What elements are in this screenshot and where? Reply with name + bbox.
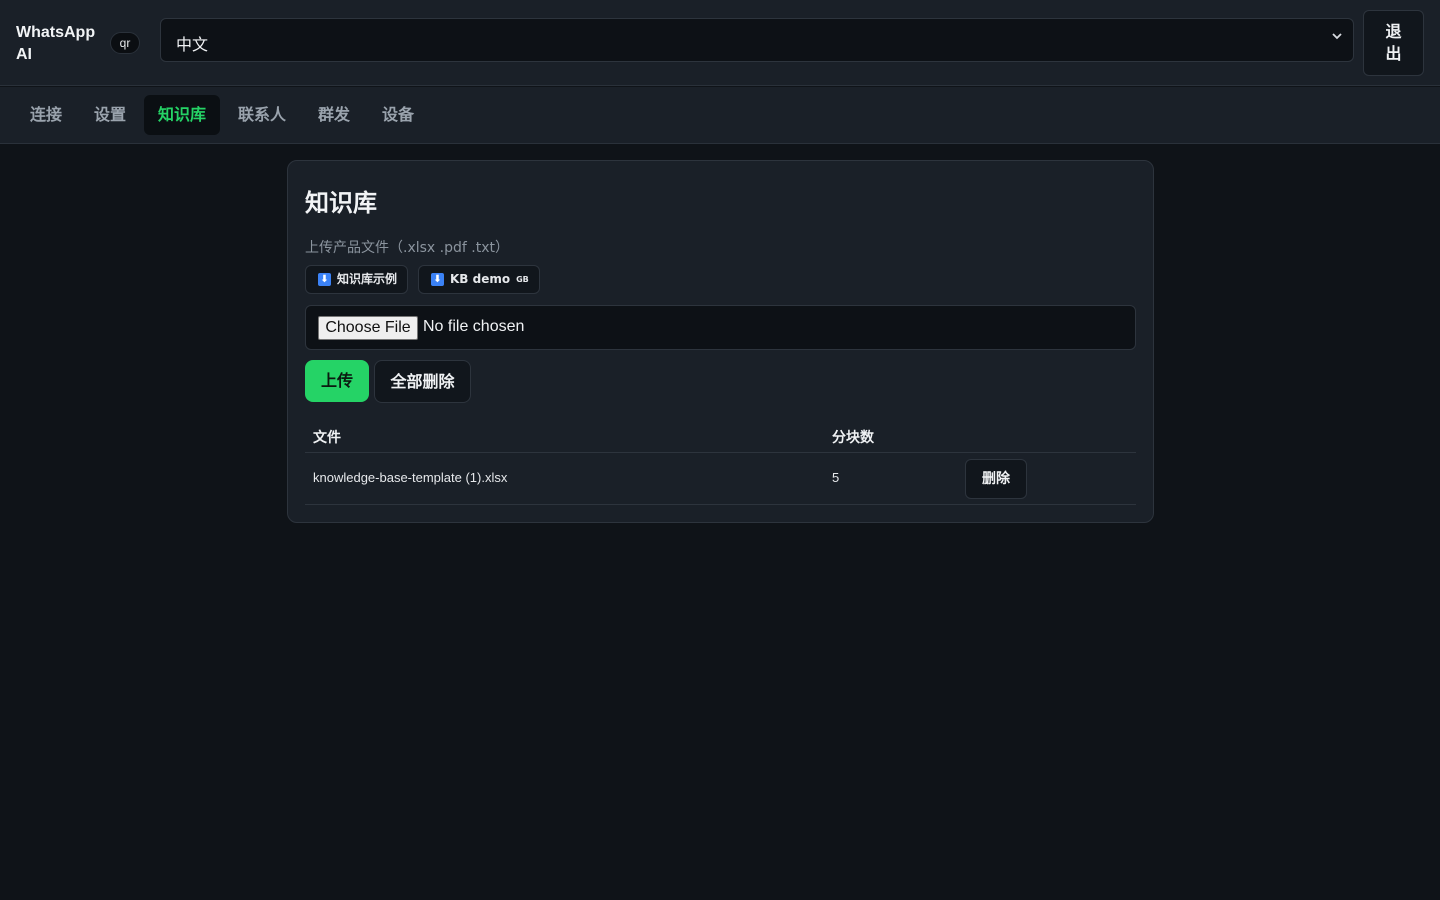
app-brand: WhatsApp AI [16,24,96,63]
file-name: knowledge-base-template (1).xlsx [313,470,508,485]
app-header: WhatsApp AI qr 中文 退出 [0,0,1440,86]
no-file-text: No file chosen [423,318,525,335]
column-header-file: 文件 [313,430,341,446]
tab-devices[interactable]: 设备 [368,95,428,135]
files-table: 文件 分块数 knowledge-base-template (1).xlsx … [305,419,1136,505]
file-input[interactable]: Choose File No file chosen [305,305,1136,350]
choose-file-button[interactable]: Choose File [318,316,418,340]
tab-knowledge-base[interactable]: 知识库 [144,95,221,135]
download-demo-en-button[interactable]: ⬇ KB demo GB [418,265,540,294]
qr-badge[interactable]: qr [110,32,140,54]
tab-contacts[interactable]: 联系人 [224,95,300,135]
demo-en-label: KB demo [450,272,511,286]
tab-connect[interactable]: 连接 [16,95,76,135]
column-header-chunks: 分块数 [832,430,874,446]
demo-cn-label: 知识库示例 [337,272,398,286]
language-select[interactable]: 中文 [160,18,1354,62]
tab-broadcast[interactable]: 群发 [304,95,364,135]
logout-label: 退出 [1385,22,1402,63]
delete-file-button[interactable]: 删除 [965,459,1027,499]
download-demo-cn-button[interactable]: ⬇ 知识库示例 [305,265,409,294]
download-icon: ⬇ [318,273,331,286]
delete-all-button[interactable]: 全部删除 [374,360,471,403]
page-title: 知识库 [305,189,377,217]
upload-button[interactable]: 上传 [305,360,369,402]
gb-flag-icon: GB [516,275,529,284]
table-row: knowledge-base-template (1).xlsx 5 删除 [305,453,1136,505]
table-header: 文件 分块数 [305,419,1136,453]
logout-button[interactable]: 退出 [1363,10,1424,76]
chunk-count: 5 [832,470,840,485]
download-icon: ⬇ [431,273,444,286]
main-tabs: 连接 设置 知识库 联系人 群发 设备 [0,87,1440,144]
chevron-down-icon [1331,30,1343,46]
tab-settings[interactable]: 设置 [80,95,140,135]
language-value: 中文 [176,37,209,54]
knowledge-base-card: 知识库 上传产品文件（.xlsx .pdf .txt） ⬇ 知识库示例 ⬇ KB… [287,160,1154,523]
upload-hint: 上传产品文件（.xlsx .pdf .txt） [305,240,509,256]
